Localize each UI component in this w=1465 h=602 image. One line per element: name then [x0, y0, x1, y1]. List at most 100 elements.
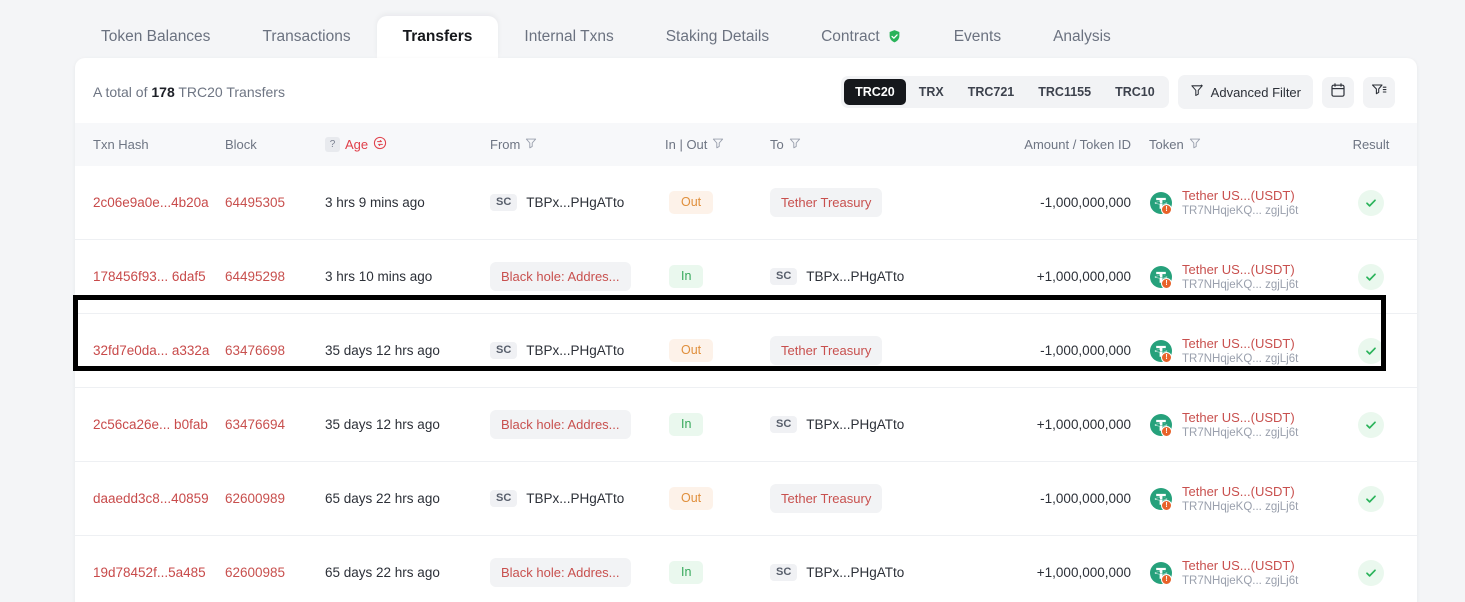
block-link[interactable]: 62600989	[225, 491, 285, 506]
to-address[interactable]: TBPx...PHgATto	[806, 565, 904, 580]
token-filter-icon[interactable]	[1189, 137, 1201, 152]
from-address[interactable]: TBPx...PHgATto	[526, 343, 624, 358]
col-to[interactable]: To	[770, 123, 970, 166]
tab-analysis[interactable]: Analysis	[1027, 16, 1137, 59]
token-name-link[interactable]: Tether US...(USDT)	[1182, 262, 1298, 277]
in-out-badge: In	[669, 265, 703, 288]
from-named-tag[interactable]: Black hole: Addres...	[490, 558, 631, 587]
amount-value: -1,000,000,000	[1040, 491, 1131, 506]
table-row[interactable]: daaedd3c8...408596260098965 days 22 hrs …	[75, 462, 1417, 536]
col-result-label: Result	[1353, 137, 1390, 152]
block-link[interactable]: 64495298	[225, 269, 285, 284]
result-success-icon	[1358, 190, 1384, 216]
cell-to: SCTBPx...PHgATto	[770, 240, 970, 314]
block-link[interactable]: 64495305	[225, 195, 285, 210]
token-name-link[interactable]: Tether US...(USDT)	[1182, 336, 1298, 351]
token-type-segmented-control: TRC20TRXTRC721TRC1155TRC10	[841, 76, 1169, 108]
cell-txn-hash: daaedd3c8...40859	[75, 462, 225, 536]
col-block: Block	[225, 123, 325, 166]
token-warning-badge: !	[1161, 500, 1172, 511]
tab-contract[interactable]: Contract	[795, 16, 928, 59]
col-age-label: Age	[345, 137, 368, 152]
result-success-icon	[1358, 486, 1384, 512]
cell-in-out: Out	[665, 166, 770, 240]
txn-hash-link[interactable]: 32fd7e0da... a332a	[93, 343, 209, 358]
to-address[interactable]: TBPx...PHgATto	[806, 269, 904, 284]
col-age[interactable]: ? Age	[325, 123, 490, 166]
age-value: 3 hrs 10 mins ago	[325, 269, 432, 284]
table-row[interactable]: 178456f93... 6daf5 64495298 3 hrs 10 mins …	[75, 240, 1417, 314]
cell-result	[1325, 314, 1417, 388]
from-named-tag[interactable]: Black hole: Addres...	[490, 410, 631, 439]
table-row[interactable]: 2c06e9a0e...4b20a 64495305 3 hrs 9 mins ag…	[75, 166, 1417, 240]
tab-transactions[interactable]: Transactions	[236, 16, 376, 59]
token-type-trc20[interactable]: TRC20	[844, 79, 906, 105]
tether-token-icon: !	[1149, 413, 1173, 437]
table-row[interactable]: 32fd7e0da... a332a 63476698 35 days 12 hrs…	[75, 314, 1417, 388]
tether-token-icon: !	[1149, 191, 1173, 215]
txn-hash-link[interactable]: 2c56ca26e... b0fab	[93, 417, 208, 432]
tab-label: Events	[954, 29, 1001, 45]
tab-transfers[interactable]: Transfers	[377, 16, 499, 59]
from-address[interactable]: TBPx...PHgATto	[526, 491, 624, 506]
token-type-trc1155[interactable]: TRC1155	[1027, 79, 1102, 105]
txn-hash-link[interactable]: 178456f93... 6daf5	[93, 269, 206, 284]
token-type-trx[interactable]: TRX	[908, 79, 955, 105]
token-name-link[interactable]: Tether US...(USDT)	[1182, 558, 1298, 573]
cell-result	[1325, 166, 1417, 240]
toolbar-actions: TRC20TRXTRC721TRC1155TRC10 Advanced Filt…	[841, 75, 1395, 109]
tab-events[interactable]: Events	[928, 16, 1027, 59]
token-warning-badge: !	[1161, 426, 1172, 437]
cell-age: 3 hrs 9 mins ago	[325, 166, 490, 240]
tab-token-balances[interactable]: Token Balances	[75, 16, 236, 59]
from-filter-icon[interactable]	[525, 137, 537, 152]
from-address[interactable]: TBPx...PHgATto	[526, 195, 624, 210]
cell-in-out: In	[665, 240, 770, 314]
cell-token: !Tether US...(USDT)TR7NHqjeKQ... zgjLj6t	[1135, 536, 1325, 602]
filter-list-button[interactable]	[1363, 77, 1395, 108]
txn-hash-link[interactable]: 19d78452f...5a485	[93, 565, 206, 580]
txn-hash-link[interactable]: 2c06e9a0e...4b20a	[93, 195, 209, 210]
cell-in-out: In	[665, 388, 770, 462]
in-out-filter-icon[interactable]	[712, 137, 724, 152]
calendar-button[interactable]	[1322, 77, 1354, 108]
block-link[interactable]: 63476698	[225, 343, 285, 358]
table-row[interactable]: 2c56ca26e... b0fab6347669435 days 12 hrs…	[75, 388, 1417, 462]
in-out-badge: Out	[669, 487, 713, 510]
cell-block: 63476698	[225, 314, 325, 388]
to-named-tag[interactable]: Tether Treasury	[770, 484, 882, 513]
age-value: 35 days 12 hrs ago	[325, 343, 440, 358]
amount-value: -1,000,000,000	[1040, 343, 1131, 358]
in-out-badge: In	[669, 561, 703, 584]
token-name-link[interactable]: Tether US...(USDT)	[1182, 188, 1298, 203]
block-link[interactable]: 62600985	[225, 565, 285, 580]
cell-result	[1325, 462, 1417, 536]
to-address[interactable]: TBPx...PHgATto	[806, 417, 904, 432]
to-named-tag[interactable]: Tether Treasury	[770, 336, 882, 365]
col-from[interactable]: From	[490, 123, 665, 166]
col-token[interactable]: Token	[1135, 123, 1325, 166]
tab-internal-txns[interactable]: Internal Txns	[498, 16, 639, 59]
block-link[interactable]: 63476694	[225, 417, 285, 432]
tab-staking-details[interactable]: Staking Details	[640, 16, 795, 59]
to-filter-icon[interactable]	[789, 137, 801, 152]
from-named-tag[interactable]: Black hole: Addres...	[490, 262, 631, 291]
age-toggle-icon[interactable]	[373, 136, 387, 153]
col-in-out[interactable]: In | Out	[665, 123, 770, 166]
advanced-filter-button[interactable]: Advanced Filter	[1178, 75, 1313, 109]
token-name-link[interactable]: Tether US...(USDT)	[1182, 484, 1298, 499]
token-type-trc721[interactable]: TRC721	[957, 79, 1026, 105]
col-to-label: To	[770, 137, 784, 152]
table-body: 2c06e9a0e...4b20a 64495305 3 hrs 9 mins ag…	[75, 166, 1417, 602]
table-row[interactable]: 19d78452f...5a4856260098565 days 22 hrs …	[75, 536, 1417, 602]
to-named-tag[interactable]: Tether Treasury	[770, 188, 882, 217]
cell-token: !Tether US...(USDT)TR7NHqjeKQ... zgjLj6t	[1135, 462, 1325, 536]
cell-amount: +1,000,000,000	[970, 536, 1135, 602]
age-help-icon[interactable]: ?	[325, 137, 340, 152]
txn-hash-link[interactable]: daaedd3c8...40859	[93, 491, 209, 506]
cell-block: 62600985	[225, 536, 325, 602]
cell-age: 3 hrs 10 mins ago	[325, 240, 490, 314]
token-type-trc10[interactable]: TRC10	[1104, 79, 1166, 105]
cell-from: Black hole: Addres...	[490, 240, 665, 314]
token-name-link[interactable]: Tether US...(USDT)	[1182, 410, 1298, 425]
